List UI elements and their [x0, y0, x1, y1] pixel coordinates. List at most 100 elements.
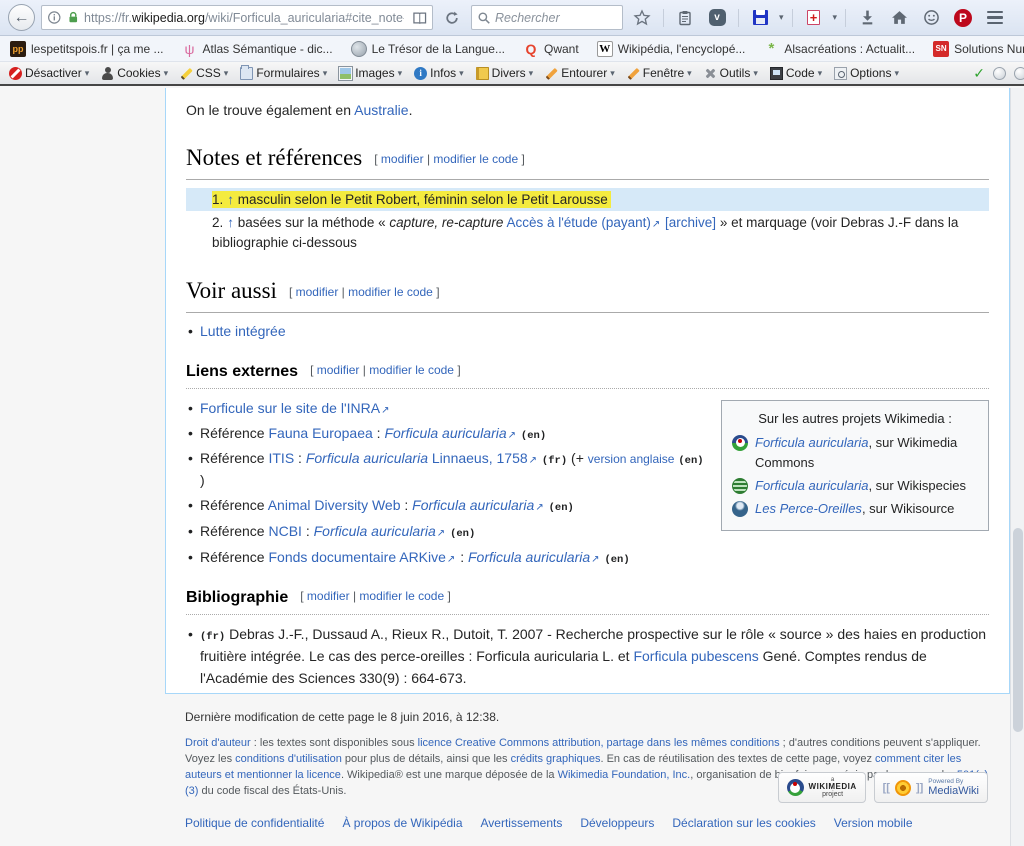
bookmark-wikipedia[interactable]: WWikipédia, l'encyclopé...: [597, 41, 746, 57]
page-scrollbar[interactable]: [1010, 88, 1024, 846]
devbar-images-menu[interactable]: Images▾: [334, 64, 407, 82]
copyright-link[interactable]: Wikimedia Foundation, Inc.: [558, 769, 691, 781]
bookmark-qwant[interactable]: QQwant: [523, 41, 579, 57]
devbar-window-menu[interactable]: Fenêtre▾: [622, 64, 697, 82]
save-page-button[interactable]: [747, 5, 773, 31]
see-also-list: Lutte intégrée: [186, 321, 989, 342]
scrollbar-thumb[interactable]: [1013, 528, 1023, 733]
copyright-segment: pour plus de détails, ainsi que les: [342, 753, 511, 765]
study-access-link[interactable]: Accès à l'étude (payant): [506, 215, 650, 230]
link-lutte-integree[interactable]: Lutte intégrée: [200, 323, 286, 339]
copyright-link[interactable]: crédits graphiques: [511, 753, 601, 765]
downloads-button[interactable]: [854, 5, 880, 31]
copyright-link[interactable]: Droit d'auteur: [185, 737, 251, 749]
ncbi-link[interactable]: NCBI: [268, 523, 301, 539]
external-link-item: Référence Fauna Europaea : Forficula aur…: [186, 423, 989, 445]
inra-link[interactable]: Forficule sur le site de l'INRA: [200, 400, 380, 416]
search-bar[interactable]: [471, 5, 623, 30]
species-author-link[interactable]: Linnaeus, 1758: [428, 450, 528, 466]
reload-button[interactable]: [439, 5, 465, 31]
bookmark-tresor-langue[interactable]: Le Trésor de la Langue...: [351, 41, 505, 57]
url-bar[interactable]: https://fr.wikipedia.org/wiki/Forficula_…: [41, 5, 433, 30]
edit-source-link[interactable]: modifier le code: [433, 152, 518, 166]
wikimedia-project-badge[interactable]: aWIKIMEDIAproject: [778, 772, 866, 803]
bookmark-alsacreations[interactable]: *Alsacréations : Actualit...: [763, 41, 915, 57]
devbar-options-menu[interactable]: Options▾: [829, 64, 904, 82]
add-dropdown-caret[interactable]: ▾: [833, 13, 838, 22]
copyright-link[interactable]: licence Creative Commons attribution, pa…: [418, 737, 780, 749]
solutions-favicon: SN: [933, 41, 949, 57]
backlink-up-arrow[interactable]: ↑: [227, 192, 234, 207]
status-indicator-icon[interactable]: [993, 67, 1006, 80]
adw-link[interactable]: Animal Diversity Web: [268, 497, 401, 513]
mediawiki-badge[interactable]: [[ ]] Powered ByMediaWiki: [874, 772, 988, 803]
pocket-button[interactable]: v: [704, 5, 730, 31]
itis-link[interactable]: ITIS: [268, 450, 294, 466]
edit-link[interactable]: modifier: [296, 285, 339, 299]
privacy-policy-link[interactable]: Politique de confidentialité: [185, 816, 324, 830]
cookie-statement-link[interactable]: Déclaration sur les cookies: [672, 816, 815, 830]
search-input[interactable]: [495, 11, 595, 25]
feedback-smiley-button[interactable]: [918, 5, 944, 31]
edit-link[interactable]: modifier: [381, 152, 424, 166]
species-link[interactable]: Forficula auricularia: [468, 549, 590, 565]
add-extension-button[interactable]: +: [801, 5, 827, 31]
bracket: ]: [457, 363, 460, 377]
archive-link[interactable]: [archive]: [665, 215, 716, 230]
english-version-link[interactable]: version anglaise: [588, 452, 675, 466]
backlink-up-arrow[interactable]: ↑: [227, 215, 234, 230]
external-link-item: Référence Animal Diversity Web : Forficu…: [186, 495, 989, 517]
status-indicator-icon[interactable]: [1014, 67, 1024, 80]
home-button[interactable]: [886, 5, 912, 31]
https-lock-icon[interactable]: [66, 10, 81, 25]
forficula-pubescens-link[interactable]: Forficula pubescens: [633, 648, 758, 664]
devbar-label: Entourer: [561, 66, 607, 80]
copyright-link[interactable]: conditions d'utilisation: [235, 753, 342, 765]
devbar-outline-menu[interactable]: Entourer▾: [540, 64, 620, 82]
validation-check-icon[interactable]: ✓: [973, 65, 985, 82]
species-link[interactable]: Forficula auricularia: [306, 450, 428, 466]
fauna-europaea-link[interactable]: Fauna Europaea: [268, 425, 372, 441]
devbar-forms-menu[interactable]: Formulaires▾: [235, 64, 332, 82]
clipboard-button[interactable]: [672, 5, 698, 31]
menu-button[interactable]: [982, 5, 1008, 31]
code-screen-icon: [770, 67, 783, 80]
developers-link[interactable]: Développeurs: [580, 816, 654, 830]
bookmark-solutions-numeriques[interactable]: SNSolutions Numériques ...: [933, 41, 1024, 57]
devbar-code-menu[interactable]: Code▾: [765, 64, 827, 82]
mobile-view-link[interactable]: Version mobile: [834, 816, 913, 830]
text-segment: :: [401, 497, 413, 513]
arkive-link[interactable]: Fonds documentaire ARKive: [268, 549, 445, 565]
back-icon: ←: [14, 9, 30, 27]
references-list: 1.↑ masculin selon le Petit Robert, fémi…: [186, 188, 989, 255]
edit-source-link[interactable]: modifier le code: [359, 589, 444, 603]
edit-link[interactable]: modifier: [317, 363, 360, 377]
bookmark-lespetitspois[interactable]: pplespetitspois.fr | ça me ...: [10, 41, 164, 57]
devbar-css-menu[interactable]: CSS▾: [175, 64, 233, 82]
devbar-infos-menu[interactable]: iInfos▾: [409, 64, 469, 82]
save-dropdown-caret[interactable]: ▾: [779, 13, 784, 22]
disclaimers-link[interactable]: Avertissements: [481, 816, 563, 830]
species-link[interactable]: Forficula auricularia: [314, 523, 436, 539]
reader-mode-icon[interactable]: [412, 11, 427, 25]
species-link[interactable]: Forficula auricularia: [412, 497, 534, 513]
back-button[interactable]: ←: [8, 4, 35, 31]
bookmark-atlas-semantique[interactable]: ψAtlas Sémantique - dic...: [182, 41, 333, 57]
wikipedia-favicon: W: [597, 41, 613, 57]
edit-link[interactable]: modifier: [307, 589, 350, 603]
species-link[interactable]: Forficula auricularia: [384, 425, 506, 441]
note-number: 1.: [212, 192, 223, 207]
edit-source-link[interactable]: modifier le code: [369, 363, 454, 377]
devbar-label: Infos: [430, 66, 456, 80]
pipe: |: [353, 589, 356, 603]
devbar-cookies-menu[interactable]: Cookies▾: [96, 64, 173, 82]
devbar-disable-menu[interactable]: Désactiver▾: [4, 64, 94, 82]
devbar-tools-menu[interactable]: Outils▾: [699, 64, 763, 82]
bookmark-star-button[interactable]: [629, 5, 655, 31]
pinterest-button[interactable]: P: [950, 5, 976, 31]
about-wikipedia-link[interactable]: À propos de Wikipédia: [342, 816, 462, 830]
site-info-icon[interactable]: [47, 10, 62, 25]
edit-source-link[interactable]: modifier le code: [348, 285, 433, 299]
devbar-misc-menu[interactable]: Divers▾: [471, 64, 539, 82]
link-australie[interactable]: Australie: [354, 102, 408, 118]
